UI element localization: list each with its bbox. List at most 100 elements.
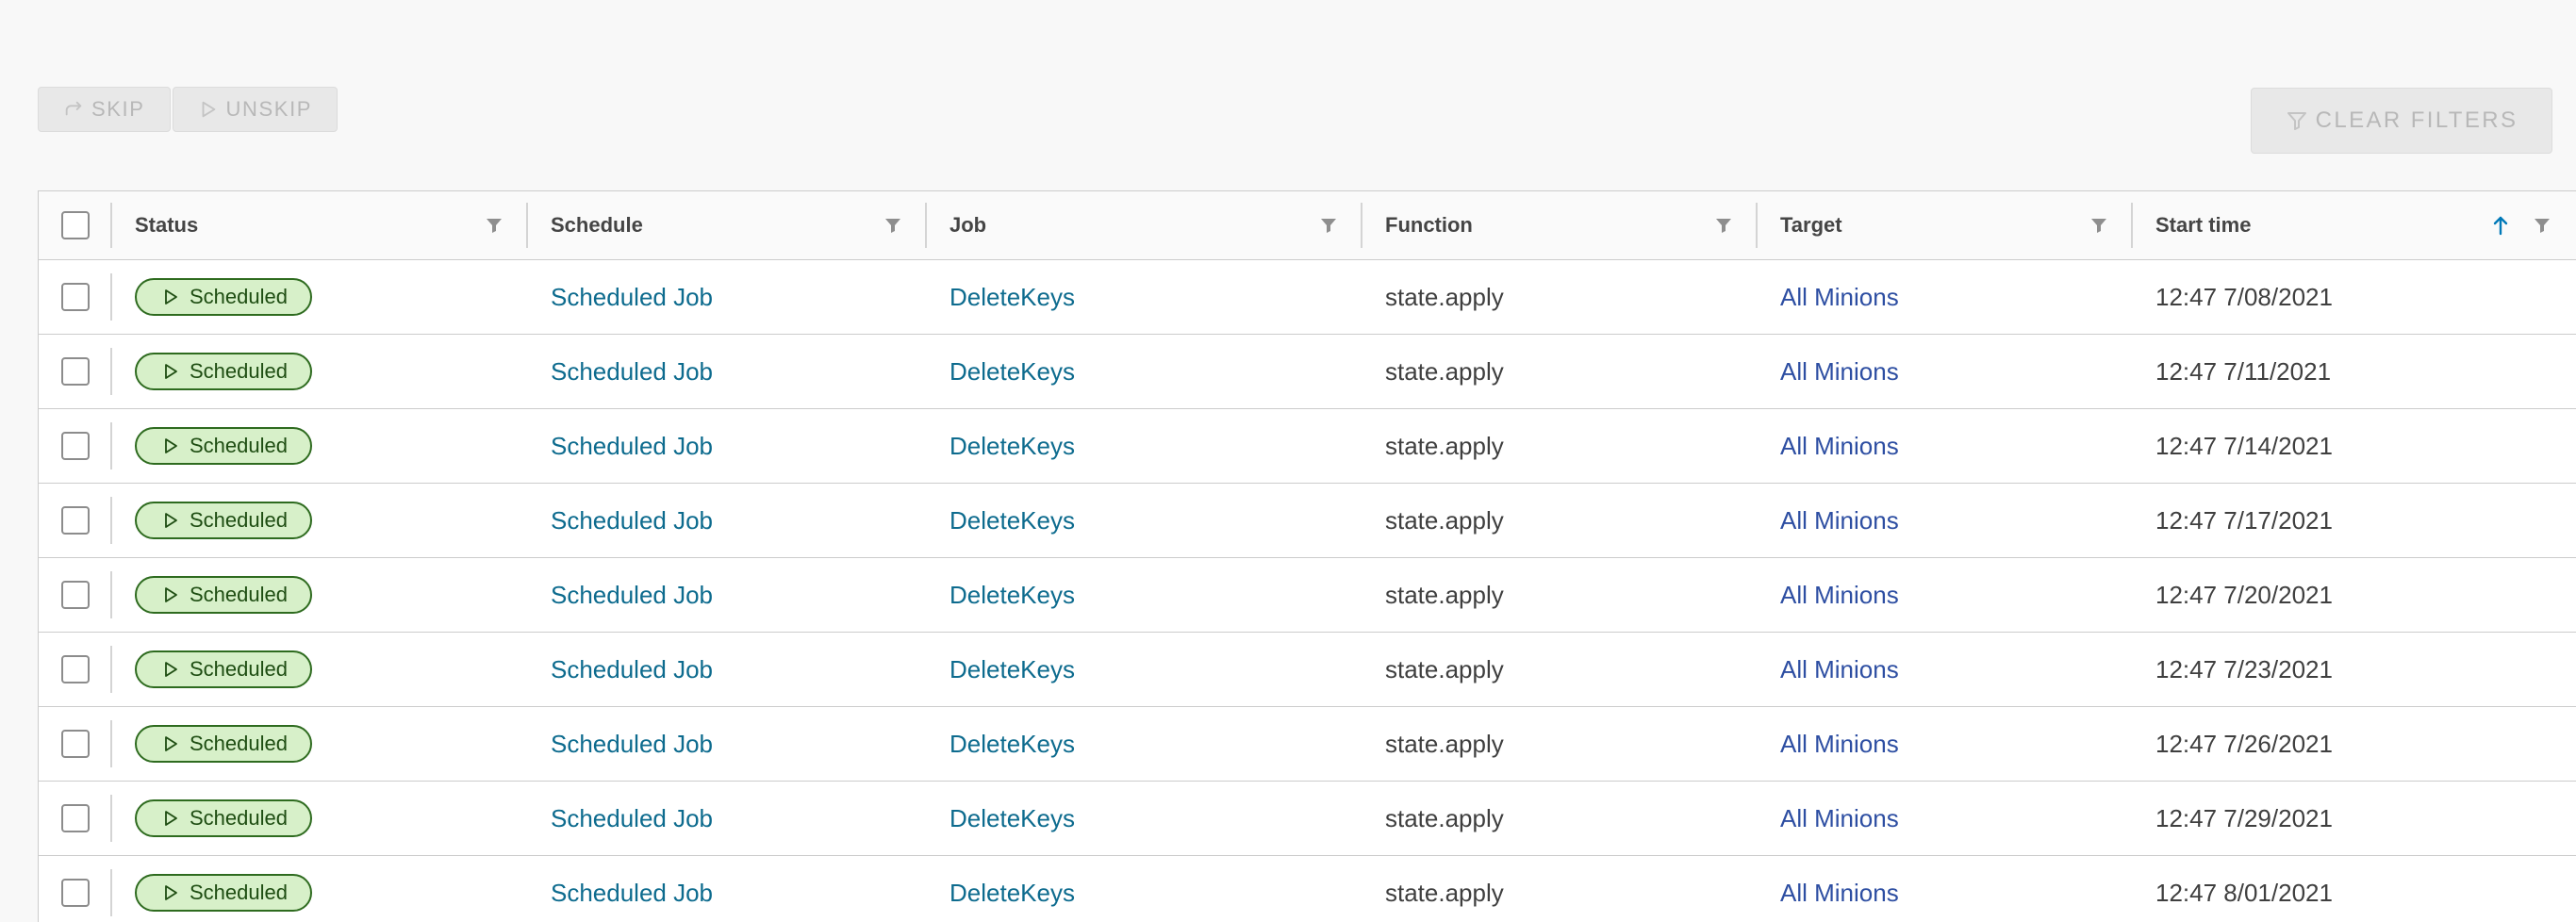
target-link[interactable]: All Minions [1780,283,1899,312]
status-cell: Scheduled [112,782,528,855]
target-cell: All Minions [1758,782,2133,855]
column-title-job: Job [949,213,987,237]
target-link[interactable]: All Minions [1780,730,1899,759]
row-select-cell [39,782,112,855]
target-cell: All Minions [1758,856,2133,922]
column-header-status[interactable]: Status [112,191,528,259]
status-cell: Scheduled [112,707,528,781]
job-link[interactable]: DeleteKeys [949,357,1075,387]
schedule-cell: Scheduled Job [528,484,927,557]
row-checkbox[interactable] [61,432,90,460]
status-badge: Scheduled [135,650,312,688]
status-badge: Scheduled [135,353,312,390]
schedule-link[interactable]: Scheduled Job [551,506,713,535]
jobs-table: Status Schedule Job Function Target Star… [38,190,2576,922]
status-label: Scheduled [190,657,288,681]
row-checkbox[interactable] [61,581,90,609]
skip-button[interactable]: SKIP [38,87,171,132]
job-link[interactable]: DeleteKeys [949,581,1075,610]
row-checkbox[interactable] [61,283,90,311]
schedule-link[interactable]: Scheduled Job [551,357,713,387]
target-link[interactable]: All Minions [1780,804,1899,833]
start-time-value: 12:47 7/26/2021 [2155,729,2333,758]
header-select-cell [39,191,112,259]
column-header-function[interactable]: Function [1362,191,1758,259]
column-header-schedule[interactable]: Schedule [528,191,927,259]
schedule-cell: Scheduled Job [528,707,927,781]
unskip-button[interactable]: UNSKIP [172,87,339,132]
table-header: Status Schedule Job Function Target Star… [39,191,2576,260]
table-row: Scheduled Scheduled Job DeleteKeys state… [39,335,2576,409]
job-cell: DeleteKeys [927,856,1362,922]
status-badge: Scheduled [135,427,312,465]
play-outline-icon [165,736,177,751]
start-time-cell: 12:47 7/17/2021 [2133,484,2576,557]
function-value: state.apply [1385,505,1504,535]
column-header-start-time[interactable]: Start time [2133,191,2576,259]
job-cell: DeleteKeys [927,335,1362,408]
job-link[interactable]: DeleteKeys [949,655,1075,684]
target-link[interactable]: All Minions [1780,506,1899,535]
function-value: state.apply [1385,356,1504,386]
row-checkbox[interactable] [61,730,90,758]
row-select-cell [39,260,112,334]
schedule-link[interactable]: Scheduled Job [551,432,713,461]
filter-outline-icon [2287,112,2306,130]
start-time-cell: 12:47 7/14/2021 [2133,409,2576,483]
job-cell: DeleteKeys [927,782,1362,855]
target-link[interactable]: All Minions [1780,581,1899,610]
status-cell: Scheduled [112,558,528,632]
function-value: state.apply [1385,580,1504,609]
play-outline-icon [165,885,177,900]
play-outline-icon [165,513,177,528]
play-outline-icon [165,662,177,677]
schedule-link[interactable]: Scheduled Job [551,581,713,610]
schedule-link[interactable]: Scheduled Job [551,730,713,759]
row-checkbox[interactable] [61,655,90,683]
row-checkbox[interactable] [61,804,90,832]
schedule-link[interactable]: Scheduled Job [551,283,713,312]
target-link[interactable]: All Minions [1780,655,1899,684]
filter-icon[interactable] [2533,216,2551,235]
job-link[interactable]: DeleteKeys [949,283,1075,312]
target-link[interactable]: All Minions [1780,357,1899,387]
filter-icon[interactable] [485,216,504,235]
page: SKIP UNSKIP CLEAR FILTERS Status Schedul… [0,0,2576,922]
filter-icon[interactable] [2089,216,2108,235]
job-cell: DeleteKeys [927,409,1362,483]
job-link[interactable]: DeleteKeys [949,432,1075,461]
job-cell: DeleteKeys [927,260,1362,334]
schedule-link[interactable]: Scheduled Job [551,655,713,684]
row-checkbox[interactable] [61,506,90,535]
select-all-checkbox[interactable] [61,211,90,239]
job-link[interactable]: DeleteKeys [949,730,1075,759]
table-row: Scheduled Scheduled Job DeleteKeys state… [39,260,2576,335]
job-link[interactable]: DeleteKeys [949,804,1075,833]
status-badge: Scheduled [135,576,312,614]
column-header-job[interactable]: Job [927,191,1362,259]
target-link[interactable]: All Minions [1780,432,1899,461]
status-label: Scheduled [190,285,288,308]
status-cell: Scheduled [112,409,528,483]
job-link[interactable]: DeleteKeys [949,879,1075,908]
filter-icon[interactable] [1319,216,1338,235]
row-checkbox[interactable] [61,879,90,907]
job-link[interactable]: DeleteKeys [949,506,1075,535]
status-badge: Scheduled [135,799,312,837]
start-time-value: 12:47 7/23/2021 [2155,654,2333,683]
table-row: Scheduled Scheduled Job DeleteKeys state… [39,484,2576,558]
status-label: Scheduled [190,434,288,457]
clear-filters-button[interactable]: CLEAR FILTERS [2251,88,2552,154]
schedule-link[interactable]: Scheduled Job [551,879,713,908]
target-link[interactable]: All Minions [1780,879,1899,908]
row-checkbox[interactable] [61,357,90,386]
row-select-cell [39,707,112,781]
redo-arrow-icon [65,101,82,116]
filter-icon[interactable] [1714,216,1733,235]
column-header-target[interactable]: Target [1758,191,2133,259]
filter-icon[interactable] [883,216,902,235]
schedule-cell: Scheduled Job [528,856,927,922]
schedule-link[interactable]: Scheduled Job [551,804,713,833]
arrow-up-icon[interactable] [2491,214,2510,237]
start-time-cell: 12:47 7/23/2021 [2133,633,2576,706]
